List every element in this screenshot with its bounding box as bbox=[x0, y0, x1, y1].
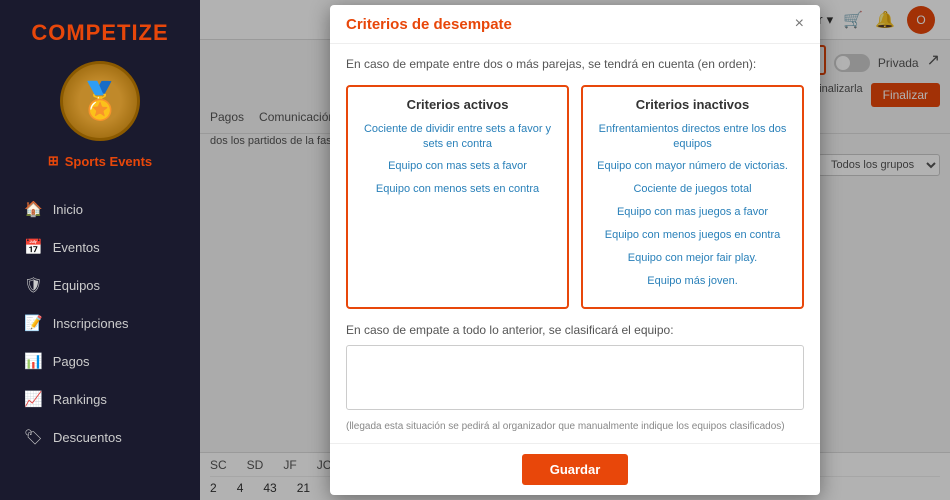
sidebar-item-inscripciones-label: Inscripciones bbox=[53, 316, 129, 331]
inactive-criteria-item-3: Equipo con mas juegos a favor bbox=[593, 205, 792, 220]
active-criteria-item-1: Equipo con mas sets a favor bbox=[358, 159, 557, 174]
inactive-criteria-title: Criterios inactivos bbox=[593, 97, 792, 112]
modal-actions: Guardar bbox=[330, 443, 820, 495]
medal-icon: 🏅 bbox=[78, 80, 123, 122]
main-area: Organizador ▾ 🛒 🔔 O PREVISUALIZAR Privad… bbox=[200, 0, 950, 500]
grid-icon: ⊞ bbox=[48, 153, 59, 169]
active-criteria-item-0: Cociente de dividir entre sets a favor y… bbox=[358, 122, 557, 152]
modal-criterios: Criterios de desempate × En caso de empa… bbox=[330, 5, 820, 495]
modal-title: Criterios de desempate bbox=[346, 16, 512, 33]
tiebreaker-textarea[interactable] bbox=[346, 345, 804, 410]
sidebar-sports-events-label: Sports Events bbox=[65, 154, 152, 169]
rankings-icon: 📈 bbox=[24, 390, 43, 408]
active-criteria-title: Criterios activos bbox=[358, 97, 557, 112]
active-criteria-item-2: Equipo con menos sets en contra bbox=[358, 182, 557, 197]
sidebar-item-rankings-label: Rankings bbox=[53, 392, 107, 407]
sidebar-item-eventos-label: Eventos bbox=[53, 240, 100, 255]
guardar-button[interactable]: Guardar bbox=[522, 454, 629, 485]
sidebar-item-descuentos-label: Descuentos bbox=[53, 430, 122, 445]
modal-description: En caso de empate entre dos o más pareja… bbox=[346, 56, 804, 73]
inactive-criteria-item-6: Equipo más joven. bbox=[593, 274, 792, 289]
criteria-columns: Criterios activos Cociente de dividir en… bbox=[346, 85, 804, 309]
modal-close-button[interactable]: × bbox=[795, 15, 804, 33]
modal-body: En caso de empate entre dos o más pareja… bbox=[330, 44, 820, 443]
calendar-icon: 📅 bbox=[24, 238, 43, 256]
chart-icon: 📊 bbox=[24, 352, 43, 370]
home-icon: 🏠 bbox=[24, 200, 43, 218]
avatar: 🏅 bbox=[60, 61, 140, 141]
inactive-criteria-item-0: Enfrentamientos directos entre los dos e… bbox=[593, 122, 792, 152]
sidebar-item-inicio[interactable]: 🏠 Inicio bbox=[10, 191, 190, 227]
sidebar-item-inicio-label: Inicio bbox=[53, 202, 83, 217]
inactive-criteria-item-5: Equipo con mejor fair play. bbox=[593, 251, 792, 266]
inactive-criteria-box: Criterios inactivos Enfrentamientos dire… bbox=[581, 85, 804, 309]
sidebar-logo: COMPETIZE bbox=[0, 10, 200, 61]
sidebar-item-equipos-label: Equipos bbox=[53, 278, 100, 293]
sidebar-item-eventos[interactable]: 📅 Eventos bbox=[10, 229, 190, 265]
shield-icon: 🛡 bbox=[24, 276, 43, 294]
modal-footer-desc: En caso de empate a todo lo anterior, se… bbox=[346, 323, 804, 337]
active-criteria-box: Criterios activos Cociente de dividir en… bbox=[346, 85, 569, 309]
sidebar-item-descuentos[interactable]: 🏷 Descuentos bbox=[10, 419, 190, 455]
sidebar-item-inscripciones[interactable]: 📝 Inscripciones bbox=[10, 305, 190, 341]
inactive-criteria-item-1: Equipo con mayor número de victorias. bbox=[593, 159, 792, 174]
sidebar-navigation: 🏠 Inicio 📅 Eventos 🛡 Equipos 📝 Inscripci… bbox=[0, 191, 200, 457]
sidebar-item-equipos[interactable]: 🛡 Equipos bbox=[10, 267, 190, 303]
sidebar-sports-events: ⊞ Sports Events bbox=[40, 149, 160, 173]
tag-icon: 🏷 bbox=[24, 428, 43, 446]
clipboard-icon: 📝 bbox=[24, 314, 43, 332]
sidebar-item-pagos[interactable]: 📊 Pagos bbox=[10, 343, 190, 379]
sidebar: COMPETIZE 🏅 ⊞ Sports Events 🏠 Inicio 📅 E… bbox=[0, 0, 200, 500]
modal-overlay: Criterios de desempate × En caso de empa… bbox=[200, 0, 950, 500]
sidebar-item-rankings[interactable]: 📈 Rankings bbox=[10, 381, 190, 417]
sidebar-item-pagos-label: Pagos bbox=[53, 354, 90, 369]
modal-header: Criterios de desempate × bbox=[330, 5, 820, 44]
modal-footer-note: (llegada esta situación se pedirá al org… bbox=[346, 420, 804, 433]
inactive-criteria-item-2: Cociente de juegos total bbox=[593, 182, 792, 197]
inactive-criteria-item-4: Equipo con menos juegos en contra bbox=[593, 228, 792, 243]
